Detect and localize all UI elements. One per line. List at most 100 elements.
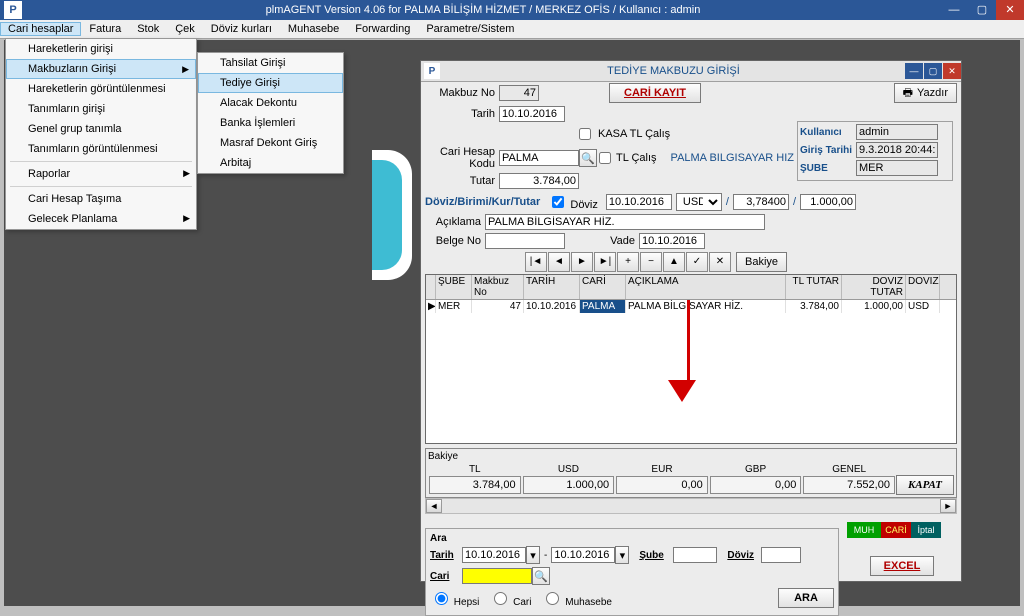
scroll-right-button[interactable]: ►: [940, 499, 956, 513]
child-titlebar: P TEDİYE MAKBUZU GİRİŞİ — ▢ ✕: [421, 61, 961, 82]
doviz-birim-select[interactable]: USD: [676, 193, 722, 211]
menu-fatura[interactable]: Fatura: [81, 22, 129, 36]
menu-parametre-sistem[interactable]: Parametre/Sistem: [418, 22, 522, 36]
sube-value: [856, 160, 938, 176]
yazdir-button[interactable]: Yazdır: [894, 83, 957, 103]
cari-hesaplar-dropdown: Hareketlerin girişi Makbuzların Girişi▶ …: [5, 38, 197, 230]
menu-doviz-kurlari[interactable]: Döviz kurları: [203, 22, 280, 36]
submenu-tediye-girisi[interactable]: Tediye Girişi: [198, 73, 343, 93]
bakiye-title: Bakiye: [428, 451, 954, 462]
makbuz-no-label: Makbuz No: [425, 87, 499, 99]
nav-next-button[interactable]: ►: [571, 252, 593, 272]
menu-hareketlerin-girisi[interactable]: Hareketlerin girişi: [6, 39, 196, 59]
child-minimize-button[interactable]: —: [905, 63, 923, 79]
ara-radio-muhasebe[interactable]: Muhasebe: [541, 589, 611, 608]
bakiye-val-genel: 7.552,00: [803, 476, 895, 494]
minimize-button[interactable]: —: [940, 0, 968, 20]
records-grid[interactable]: ŞUBE Makbuz No TARİH CARİ AÇIKLAMA TL TU…: [425, 274, 957, 444]
makbuzlarin-girisi-submenu: Tahsilat Girişi Tediye Girişi Alacak Dek…: [197, 52, 344, 174]
nav-prev-button[interactable]: ◄: [548, 252, 570, 272]
ara-button[interactable]: ARA: [778, 588, 834, 608]
grid-row[interactable]: ▶ MER 47 10.10.2016 PALMA PALMA BİLGİSAY…: [426, 300, 956, 313]
menu-gelecek-planlama[interactable]: Gelecek Planlama▶: [6, 209, 196, 229]
menu-forwarding[interactable]: Forwarding: [347, 22, 418, 36]
nav-last-button[interactable]: ►|: [594, 252, 616, 272]
vade-input[interactable]: [639, 233, 705, 249]
tl-calis-checkbox[interactable]: [599, 152, 611, 164]
submenu-alacak-dekontu[interactable]: Alacak Dekontu: [198, 93, 343, 113]
belge-no-label: Belge No: [425, 235, 485, 247]
bakiye-button[interactable]: Bakiye: [736, 252, 787, 272]
cari-status[interactable]: CARİ: [881, 522, 911, 538]
nav-delete-button[interactable]: −: [640, 252, 662, 272]
aciklama-input[interactable]: [485, 214, 765, 230]
nav-first-button[interactable]: |◄: [525, 252, 547, 272]
horizontal-scrollbar[interactable]: ◄ ►: [425, 498, 957, 514]
nav-edit-button[interactable]: ▲: [663, 252, 685, 272]
ara-tarih-label: Tarih: [430, 550, 462, 561]
menu-raporlar[interactable]: Raporlar▶: [6, 164, 196, 184]
ara-panel: Ara Tarih ▾ - ▾ Şube Döviz Cari: [425, 528, 839, 616]
ara-tarih2-input[interactable]: [551, 547, 615, 563]
makbuz-no-input[interactable]: [499, 85, 539, 101]
grid-header: ŞUBE Makbuz No TARİH CARİ AÇIKLAMA TL TU…: [426, 275, 956, 300]
cari-kayit-button[interactable]: CARİ KAYIT: [609, 83, 701, 103]
iptal-button[interactable]: İptal: [911, 522, 941, 538]
submenu-tahsilat-girisi[interactable]: Tahsilat Girişi: [198, 53, 343, 73]
doviz-tutar-input[interactable]: [800, 194, 856, 210]
menu-genel-grup-tanimla[interactable]: Genel grup tanımla: [6, 119, 196, 139]
ara-cari-input[interactable]: [462, 568, 532, 584]
menu-hareketlerin-goruntulenmesi[interactable]: Hareketlerin görüntülenmesi: [6, 79, 196, 99]
doviz-kur-input[interactable]: [733, 194, 789, 210]
tarih-input[interactable]: [499, 106, 565, 122]
ara-doviz-input[interactable]: [761, 547, 801, 563]
ara-tarih1-input[interactable]: [462, 547, 526, 563]
kapat-button[interactable]: KAPAT: [896, 475, 954, 495]
doviz-checkbox[interactable]: [552, 196, 564, 208]
menu-muhasebe[interactable]: Muhasebe: [280, 22, 347, 36]
menu-tanimlarin-girisi[interactable]: Tanımların girişi: [6, 99, 196, 119]
bakiye-val-gbp: 0,00: [710, 476, 802, 494]
menu-makbuzlarin-girisi[interactable]: Makbuzların Girişi▶: [6, 59, 196, 79]
ara-radio-hepsi[interactable]: Hepsi: [430, 589, 479, 608]
menu-stok[interactable]: Stok: [129, 22, 167, 36]
app-icon: P: [4, 1, 22, 19]
nav-cancel-button[interactable]: ✕: [709, 252, 731, 272]
ara-tarih1-dropdown[interactable]: ▾: [526, 546, 540, 564]
ara-radio-cari[interactable]: Cari: [489, 589, 531, 608]
cari-lookup-button[interactable]: 🔍: [579, 149, 597, 167]
ara-cari-lookup-button[interactable]: 🔍: [532, 567, 550, 585]
submenu-masraf-dekont-giris[interactable]: Masraf Dekont Giriş: [198, 133, 343, 153]
kasa-tl-calis-checkbox[interactable]: [579, 128, 591, 140]
ara-sube-input[interactable]: [673, 547, 717, 563]
ara-tarih2-dropdown[interactable]: ▾: [615, 546, 629, 564]
child-close-button[interactable]: ✕: [943, 63, 961, 79]
ara-sube-label: Şube: [639, 550, 673, 561]
submenu-arbitaj[interactable]: Arbitaj: [198, 153, 343, 173]
scroll-left-button[interactable]: ◄: [426, 499, 442, 513]
doviz-tarih-input[interactable]: [606, 194, 672, 210]
kullanici-value: [856, 124, 938, 140]
submenu-banka-islemleri[interactable]: Banka İşlemleri: [198, 113, 343, 133]
muh-status[interactable]: MUH: [847, 522, 881, 538]
excel-button[interactable]: EXCEL: [870, 556, 934, 576]
child-maximize-button[interactable]: ▢: [924, 63, 942, 79]
tutar-input[interactable]: [499, 173, 579, 189]
cari-hesap-adi: PALMA BILGISAYAR HIZ: [671, 152, 794, 164]
menu-makbuzlarin-girisi-label: Makbuzların Girişi: [28, 63, 116, 75]
menu-cari-hesap-tasima[interactable]: Cari Hesap Taşıma: [6, 189, 196, 209]
belge-no-input[interactable]: [485, 233, 565, 249]
close-button[interactable]: ✕: [996, 0, 1024, 20]
ara-cari-label: Cari: [430, 571, 462, 582]
menu-cari-hesaplar[interactable]: Cari hesaplar: [0, 22, 81, 36]
menu-tanimlarin-goruntulenmesi[interactable]: Tanımların görüntülenmesi: [6, 139, 196, 159]
bakiye-val-usd: 1.000,00: [523, 476, 615, 494]
nav-add-button[interactable]: +: [617, 252, 639, 272]
side-buttons: MUHCARİİptal EXCEL: [847, 520, 957, 616]
cari-hesap-kodu-input[interactable]: [499, 150, 579, 166]
nav-post-button[interactable]: ✓: [686, 252, 708, 272]
info-panel: Kullanıcı Giriş Tarihi ŞUBE: [797, 121, 953, 181]
maximize-button[interactable]: ▢: [968, 0, 996, 20]
menu-cek[interactable]: Çek: [167, 22, 203, 36]
sube-label: ŞUBE: [800, 163, 856, 174]
